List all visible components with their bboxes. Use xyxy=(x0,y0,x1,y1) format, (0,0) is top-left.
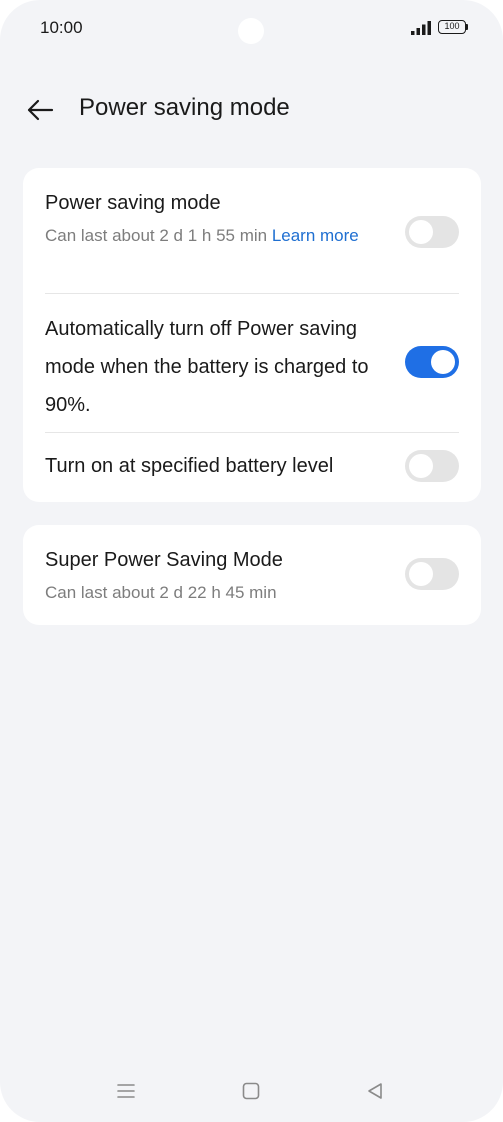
nav-back-button[interactable] xyxy=(364,1080,386,1102)
auto-off-toggle[interactable] xyxy=(405,346,459,378)
power-saving-card: Power saving mode Can last about 2 d 1 h… xyxy=(23,168,481,502)
home-button[interactable] xyxy=(240,1080,262,1102)
toggle-knob xyxy=(431,350,455,374)
camera-cutout xyxy=(238,18,264,44)
specified-level-title: Turn on at specified battery level xyxy=(45,455,334,477)
page-title: Power saving mode xyxy=(79,94,290,121)
auto-off-row[interactable]: Automatically turn off Power saving mode… xyxy=(23,294,481,432)
specified-level-toggle[interactable] xyxy=(405,450,459,482)
super-saving-toggle[interactable] xyxy=(405,558,459,590)
menu-icon xyxy=(117,1084,135,1098)
learn-more-link[interactable]: Learn more xyxy=(272,226,359,245)
status-time: 10:00 xyxy=(40,18,83,37)
super-saving-title: Super Power Saving Mode xyxy=(45,549,283,571)
power-saving-subtitle: Can last about 2 d 1 h 55 min Learn more xyxy=(45,222,385,250)
super-saving-subtitle: Can last about 2 d 22 h 45 min xyxy=(45,583,277,602)
super-saving-card: Super Power Saving Mode Can last about 2… xyxy=(23,525,481,625)
battery-icon: 100 xyxy=(438,20,466,34)
super-saving-row[interactable]: Super Power Saving Mode Can last about 2… xyxy=(23,525,481,625)
toggle-knob xyxy=(409,454,433,478)
power-saving-duration: Can last about 2 d 1 h 55 min xyxy=(45,226,272,245)
auto-off-title: Automatically turn off Power saving mode… xyxy=(45,318,369,416)
specified-level-row[interactable]: Turn on at specified battery level xyxy=(23,433,481,502)
status-bar: 10:00 100 xyxy=(0,0,503,58)
power-saving-row[interactable]: Power saving mode Can last about 2 d 1 h… xyxy=(23,168,481,293)
battery-tip xyxy=(466,24,468,30)
phone-screen: 10:00 100 Power saving mode Power saving… xyxy=(0,0,503,1122)
back-triangle-icon xyxy=(368,1083,382,1099)
toggle-knob xyxy=(409,220,433,244)
power-saving-toggle[interactable] xyxy=(405,216,459,248)
home-icon xyxy=(242,1082,260,1100)
back-button[interactable] xyxy=(20,90,60,130)
battery-level: 100 xyxy=(444,21,460,31)
toggle-knob xyxy=(409,562,433,586)
menu-button[interactable] xyxy=(115,1080,137,1102)
signal-icon xyxy=(411,21,431,35)
arrow-left-icon xyxy=(27,99,54,121)
power-saving-title: Power saving mode xyxy=(45,192,221,214)
